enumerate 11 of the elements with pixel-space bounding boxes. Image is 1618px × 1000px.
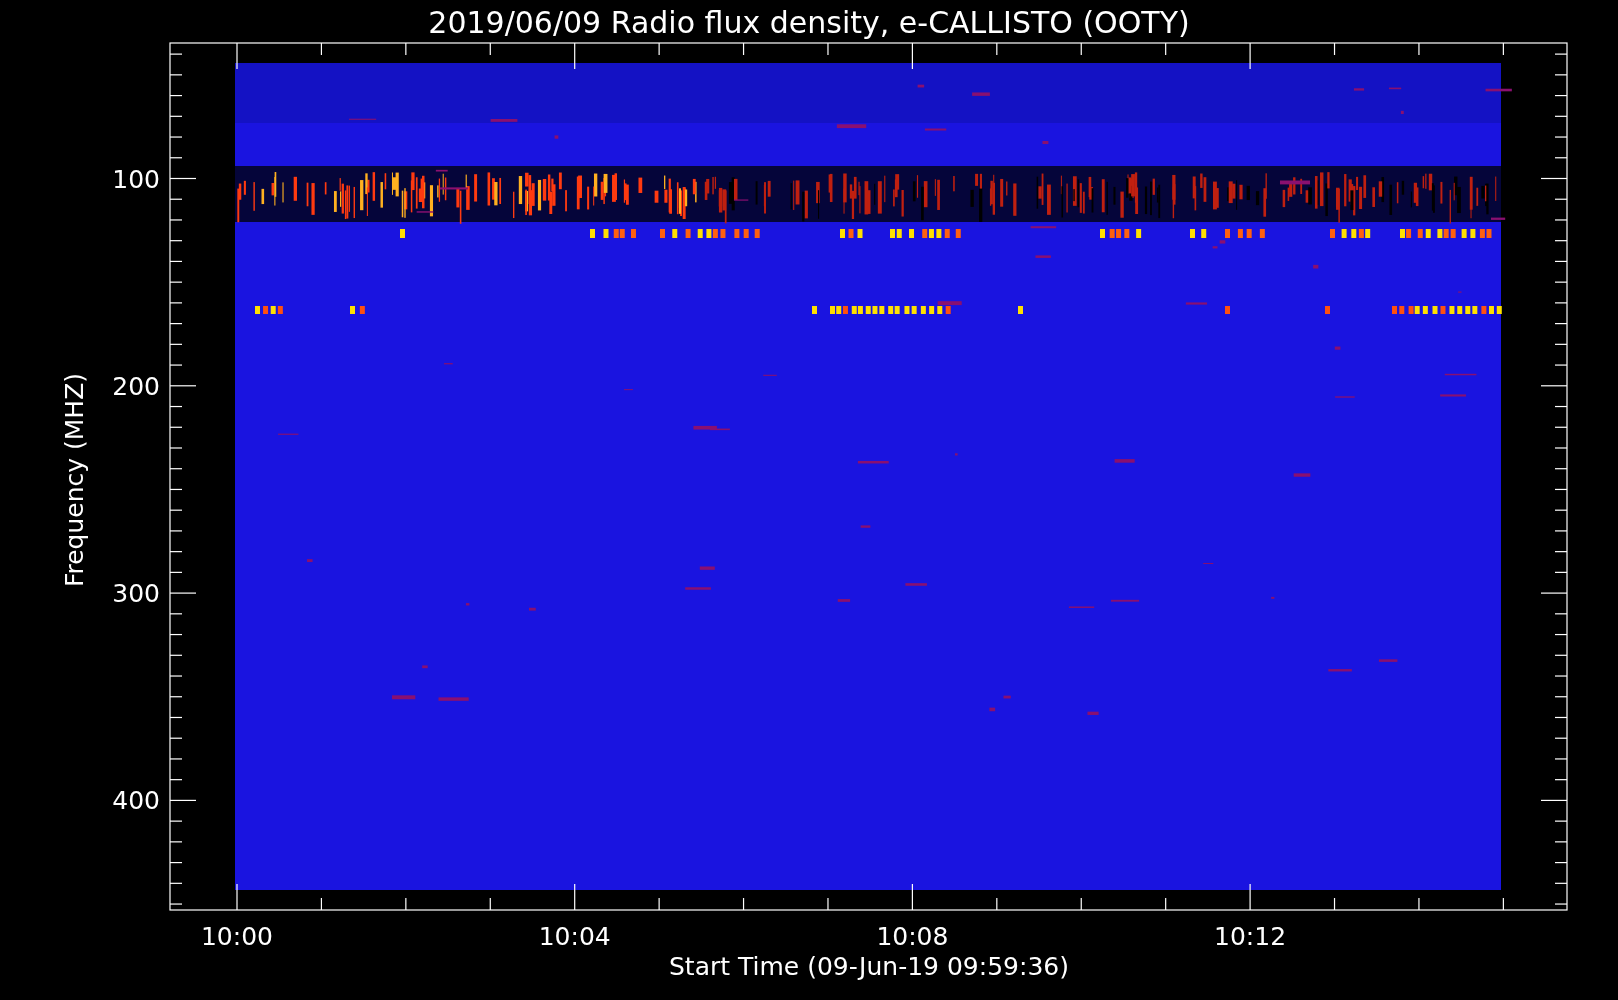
tick-label: 400 bbox=[112, 786, 160, 816]
tick-label: 10:12 bbox=[1214, 922, 1287, 951]
tick-label: 10:08 bbox=[876, 922, 949, 951]
tick-label: 300 bbox=[112, 579, 160, 609]
tick-label: 10:04 bbox=[538, 922, 611, 951]
chart-title: 2019/06/09 Radio flux density, e-CALLISTO (OOTY) bbox=[428, 5, 1190, 40]
axis-label: Start Time (09-Jun-19 09:59:36) bbox=[669, 952, 1069, 981]
tick-label: 10:00 bbox=[201, 922, 273, 951]
tick-label: 100 bbox=[112, 164, 160, 194]
axis-label: Frequency (MHZ) bbox=[60, 372, 89, 588]
tick-label: 200 bbox=[112, 371, 160, 401]
